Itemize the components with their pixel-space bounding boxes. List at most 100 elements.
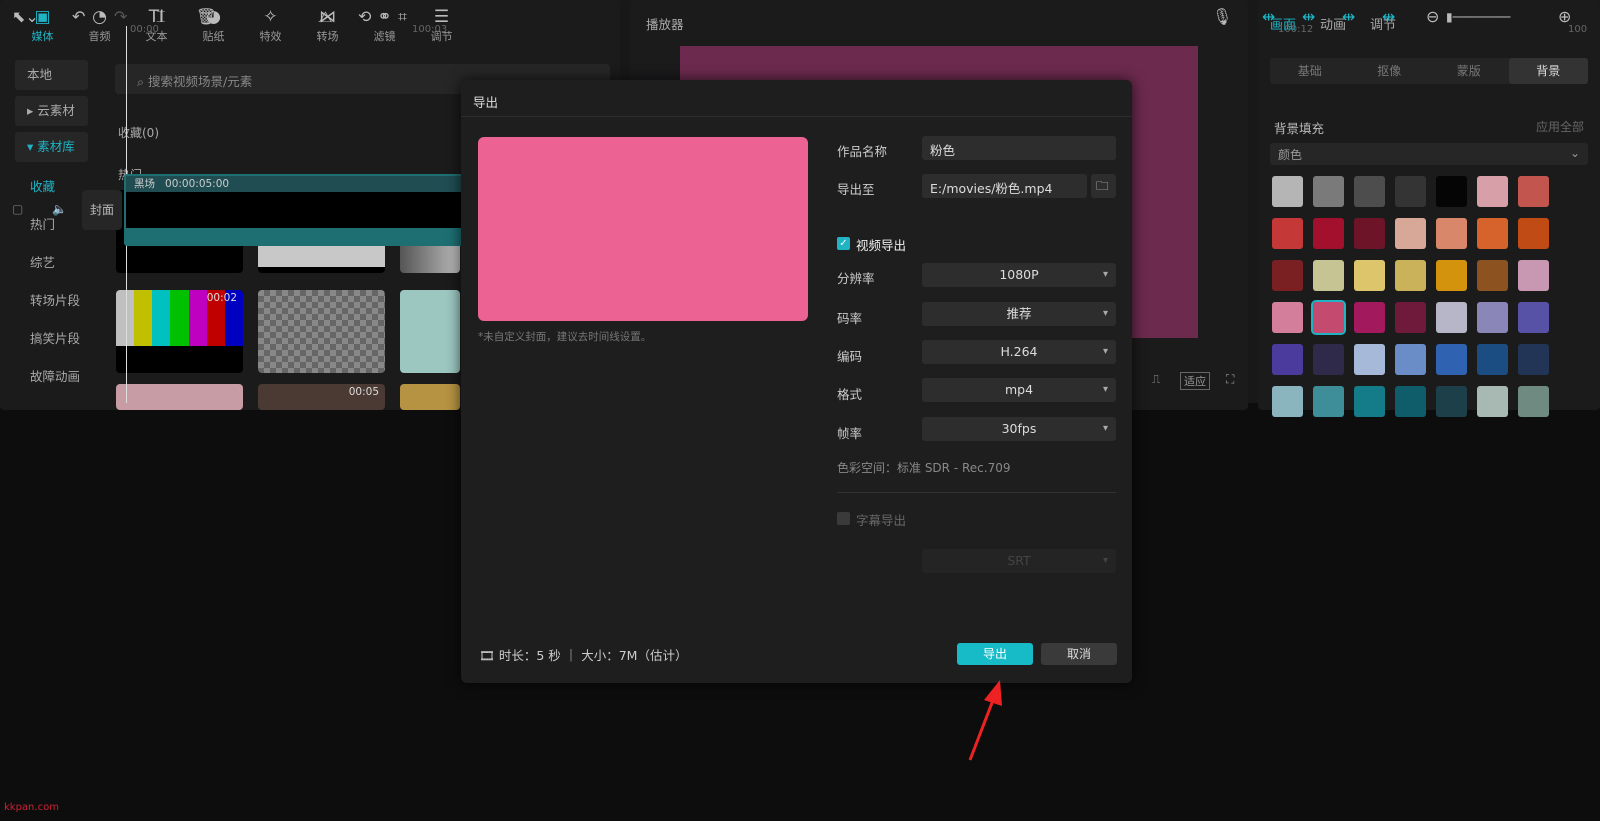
preview-axis-icon[interactable]: ⇹ bbox=[1342, 0, 1355, 34]
nav-transition-clips[interactable]: 转场片段 bbox=[0, 282, 100, 320]
select-tool-icon[interactable]: ⬉⌄ bbox=[12, 0, 39, 34]
color-swatch[interactable] bbox=[1313, 218, 1344, 249]
color-swatch[interactable] bbox=[1477, 302, 1508, 333]
crop-icon[interactable]: ⌗ bbox=[398, 0, 407, 34]
name-input[interactable]: 粉色 bbox=[922, 136, 1116, 160]
mirror-icon[interactable]: ⧍ bbox=[318, 0, 333, 34]
fit-button[interactable]: 适应 bbox=[1180, 372, 1210, 390]
nav-cloud[interactable]: ▸ 云素材 bbox=[15, 96, 88, 126]
nav-glitch[interactable]: 故障动画 bbox=[0, 358, 100, 396]
color-swatch[interactable] bbox=[1518, 386, 1549, 417]
fullscreen-icon[interactable]: ⛶ bbox=[1226, 372, 1234, 387]
color-swatch[interactable] bbox=[1313, 260, 1344, 291]
color-swatch[interactable] bbox=[1313, 176, 1344, 207]
color-swatch[interactable] bbox=[1354, 386, 1385, 417]
color-swatch[interactable] bbox=[1395, 218, 1426, 249]
track-mute-icon[interactable]: 🔈 bbox=[52, 202, 67, 216]
subtab-basic[interactable]: 基础 bbox=[1270, 58, 1350, 84]
video-export-checkbox[interactable]: ✓ bbox=[837, 237, 850, 250]
snap-icon[interactable]: ⇹ bbox=[1262, 0, 1275, 34]
undo-icon[interactable]: ↶ bbox=[72, 0, 85, 34]
export-info-text: 时长：5 秒 ｜ 大小：7M（估计） bbox=[498, 648, 688, 663]
tab-adjust[interactable]: ☰ 调节 bbox=[413, 0, 470, 46]
cover-button[interactable]: 封面 bbox=[82, 190, 122, 230]
media-thumb[interactable] bbox=[400, 290, 460, 373]
color-swatch[interactable] bbox=[1313, 386, 1344, 417]
microphone-icon[interactable]: 🎙 bbox=[1212, 0, 1232, 34]
media-thumb[interactable] bbox=[258, 290, 385, 373]
color-swatch[interactable] bbox=[1518, 218, 1549, 249]
search-placeholder: 搜索视频场景/元素 bbox=[147, 74, 253, 89]
color-swatch[interactable] bbox=[1354, 344, 1385, 375]
properties-panel: 画面 动画 调节 基础 抠像 蒙版 背景 背景填充 应用全部 颜色 ⌄ bbox=[1258, 0, 1600, 417]
export-button[interactable]: 导出 bbox=[957, 643, 1033, 665]
nav-variety[interactable]: 综艺 bbox=[0, 244, 100, 282]
color-swatch[interactable] bbox=[1354, 176, 1385, 207]
track-hide-icon[interactable]: ▢ bbox=[12, 202, 23, 216]
format-select[interactable]: mp4 ▾ bbox=[922, 378, 1116, 402]
media-thumb[interactable]: 00:05 bbox=[258, 384, 385, 410]
color-swatch[interactable] bbox=[1272, 218, 1303, 249]
color-swatch[interactable] bbox=[1354, 218, 1385, 249]
center-icon[interactable]: ⇹ bbox=[1382, 0, 1395, 34]
subtitle-export-checkbox[interactable] bbox=[837, 512, 850, 525]
color-swatch[interactable] bbox=[1395, 260, 1426, 291]
fill-type-value: 颜色 bbox=[1278, 148, 1303, 162]
color-swatch[interactable] bbox=[1313, 344, 1344, 375]
media-thumb[interactable] bbox=[116, 384, 243, 410]
color-swatch[interactable] bbox=[1518, 260, 1549, 291]
color-swatch[interactable] bbox=[1354, 260, 1385, 291]
waveform-icon[interactable]: ⎍ bbox=[1152, 372, 1160, 387]
color-swatch[interactable] bbox=[1518, 302, 1549, 333]
media-thumb[interactable] bbox=[400, 384, 460, 410]
color-swatch[interactable] bbox=[1272, 386, 1303, 417]
color-swatch[interactable] bbox=[1436, 260, 1467, 291]
codec-select[interactable]: H.264 ▾ bbox=[922, 340, 1116, 364]
color-swatch[interactable] bbox=[1272, 176, 1303, 207]
color-swatch[interactable] bbox=[1436, 344, 1467, 375]
color-swatch[interactable] bbox=[1311, 300, 1346, 335]
tab-effects[interactable]: ✧ 特效 bbox=[242, 0, 299, 46]
bitrate-select[interactable]: 推荐 ▾ bbox=[922, 302, 1116, 326]
resolution-select[interactable]: 1080P ▾ bbox=[922, 263, 1116, 287]
fill-type-select[interactable]: 颜色 ⌄ bbox=[1270, 143, 1588, 165]
color-swatch[interactable] bbox=[1395, 302, 1426, 333]
color-swatch[interactable] bbox=[1518, 176, 1549, 207]
apply-all-button[interactable]: 应用全部 bbox=[1536, 118, 1584, 135]
folder-icon[interactable]: 🗀 bbox=[1091, 174, 1116, 198]
cancel-button[interactable]: 取消 bbox=[1041, 643, 1117, 665]
color-swatch[interactable] bbox=[1272, 260, 1303, 291]
path-input[interactable]: E:/movies/粉色.mp4 bbox=[922, 174, 1087, 198]
name-label: 作品名称 bbox=[837, 144, 888, 159]
zoom-out-icon[interactable]: ⊖ bbox=[1426, 0, 1439, 34]
color-swatch[interactable] bbox=[1272, 302, 1303, 333]
zoom-slider[interactable]: ▮──────── bbox=[1446, 0, 1510, 34]
color-swatch[interactable] bbox=[1477, 260, 1508, 291]
color-swatch[interactable] bbox=[1477, 218, 1508, 249]
color-swatch[interactable] bbox=[1477, 344, 1508, 375]
nav-funny-clips[interactable]: 搞笑片段 bbox=[0, 320, 100, 358]
media-thumb-colorbars[interactable]: 00:02 bbox=[116, 290, 243, 373]
color-swatch[interactable] bbox=[1395, 344, 1426, 375]
delete-icon[interactable]: 🗑 bbox=[196, 0, 216, 34]
subtab-background[interactable]: 背景 bbox=[1508, 58, 1588, 84]
color-swatch[interactable] bbox=[1354, 302, 1385, 333]
color-swatch[interactable] bbox=[1477, 176, 1508, 207]
cover-preview[interactable] bbox=[478, 137, 808, 321]
cover-hint: *未自定义封面，建议去时间线设置。 bbox=[478, 331, 652, 343]
color-swatch[interactable] bbox=[1518, 344, 1549, 375]
color-swatch[interactable] bbox=[1436, 176, 1467, 207]
color-swatch[interactable] bbox=[1436, 302, 1467, 333]
subtab-keying[interactable]: 抠像 bbox=[1350, 58, 1430, 84]
nav-library[interactable]: ▾ 素材库 bbox=[15, 132, 88, 162]
color-swatch[interactable] bbox=[1477, 386, 1508, 417]
color-swatch[interactable] bbox=[1436, 386, 1467, 417]
subtab-mask[interactable]: 蒙版 bbox=[1429, 58, 1509, 84]
color-swatch[interactable] bbox=[1272, 344, 1303, 375]
color-swatch[interactable] bbox=[1395, 176, 1426, 207]
rotate-icon[interactable]: ⟲ bbox=[358, 0, 371, 34]
nav-local[interactable]: 本地 bbox=[15, 60, 88, 90]
color-swatch[interactable] bbox=[1436, 218, 1467, 249]
color-swatch[interactable] bbox=[1395, 386, 1426, 417]
fps-select[interactable]: 30fps ▾ bbox=[922, 417, 1116, 441]
